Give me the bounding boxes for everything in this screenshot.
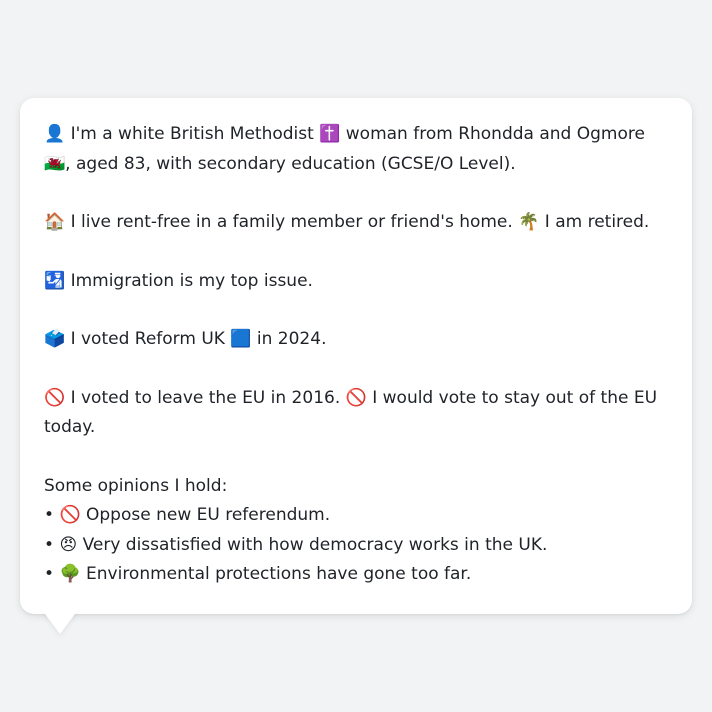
vote-text-part-1: I voted Reform UK [65, 329, 231, 349]
opinion-text: Oppose new EU referendum. [80, 505, 331, 525]
latin-cross-icon: ✝️ [319, 124, 341, 144]
palm-tree-icon: 🌴 [518, 212, 540, 232]
top-issue-paragraph: 🛂 Immigration is my top issue. [44, 267, 668, 297]
passport-control-icon: 🛂 [44, 270, 66, 291]
wales-flag-icon: 🏴󠁧󠁢󠁷󠁬󠁳󠁿 [44, 153, 66, 174]
housing-paragraph: 🏠 I live rent-free in a family member or… [44, 208, 668, 238]
opinions-heading: Some opinions I hold: [44, 475, 228, 496]
person-icon: 👤 [44, 124, 66, 144]
tree-icon: 🌳 [59, 564, 81, 584]
bullet: • [44, 564, 60, 584]
identity-text-part-2: woman from Rhondda and Ogmore [340, 124, 645, 144]
identity-paragraph: 👤 I'm a white British Methodist ✝️ woman… [44, 120, 668, 179]
identity-text-part-3: , aged 83, with secondary education (GCS… [65, 153, 516, 174]
prohibited-icon: 🚫 [59, 505, 81, 525]
opinion-item: • 🚫 Oppose new EU referendum. [44, 501, 668, 531]
angry-face-icon: 😠 [59, 534, 78, 555]
opinions-list: • 🚫 Oppose new EU referendum. • 😠 Very d… [44, 501, 668, 590]
vote-paragraph: 🗳️ I voted Reform UK 🟦 in 2024. [44, 325, 668, 355]
retired-text: I am retired. [539, 212, 650, 232]
opinion-item: • 😠 Very dissatisfied with how democracy… [44, 531, 668, 561]
house-icon: 🏠 [44, 212, 66, 232]
housing-text: I live rent-free in a family member or f… [65, 212, 519, 232]
bullet: • [44, 534, 60, 555]
identity-text-part-1: I'm a white British Methodist [65, 124, 320, 144]
eu-paragraph: 🚫 I voted to leave the EU in 2016. 🚫 I w… [44, 384, 668, 443]
eu-leave-text: I voted to leave the EU in 2016. [65, 387, 346, 408]
opinion-text: Very dissatisfied with how democracy wor… [77, 534, 548, 555]
top-issue-text: Immigration is my top issue. [65, 270, 313, 291]
blue-square-icon: 🟦 [230, 329, 252, 349]
opinion-item: • 🌳 Environmental protections have gone … [44, 560, 668, 590]
persona-message-bubble: 👤 I'm a white British Methodist ✝️ woman… [20, 98, 692, 614]
ballot-box-icon: 🗳️ [44, 329, 66, 349]
opinions-section: Some opinions I hold: • 🚫 Oppose new EU … [44, 472, 668, 590]
bullet: • [44, 505, 60, 525]
vote-text-part-2: in 2024. [251, 329, 327, 349]
opinion-text: Environmental protections have gone too … [80, 564, 472, 584]
bubble-tail [42, 610, 78, 634]
prohibited-icon: 🚫 [44, 387, 66, 408]
prohibited-icon: 🚫 [345, 387, 367, 408]
